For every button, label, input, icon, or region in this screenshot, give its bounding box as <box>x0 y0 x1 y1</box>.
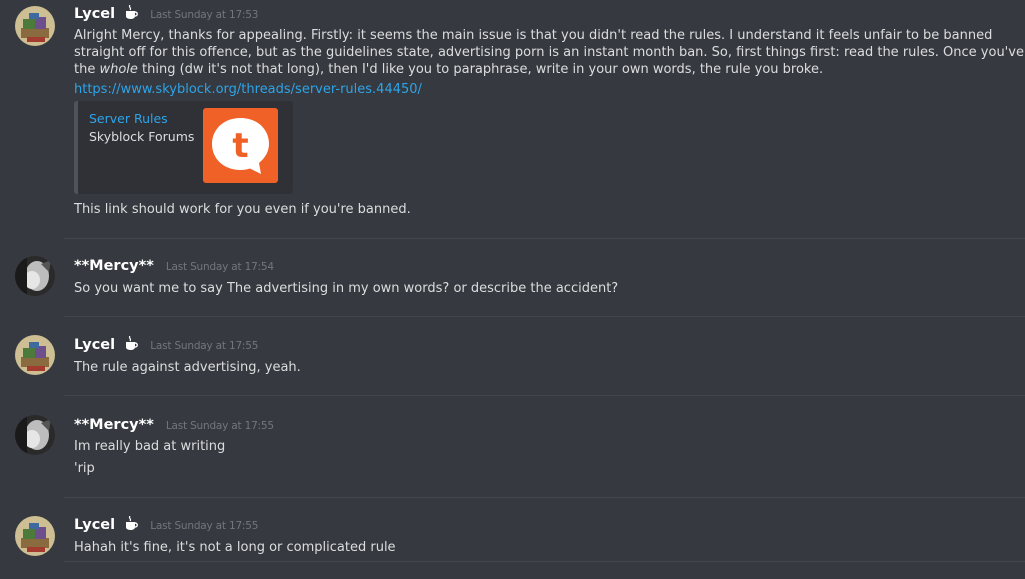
coffee-cup-icon <box>126 5 139 19</box>
text-segment: the <box>74 62 100 77</box>
embed-provider: Skyblock Forums <box>89 129 195 144</box>
message-text: Alright Mercy, thanks for appealing. Fir… <box>74 28 993 43</box>
message-text: Hahah it's fine, it's not a long or comp… <box>74 540 396 555</box>
timestamp: Last Sunday at 17:55 <box>150 340 259 352</box>
avatar[interactable] <box>15 415 55 455</box>
embed-title[interactable]: Server Rules <box>89 111 168 126</box>
username[interactable]: Lycel Last Sunday at 17:53 <box>74 5 258 24</box>
message-text: straight off for this offence, but as th… <box>74 45 1025 60</box>
username-text[interactable]: Lycel <box>74 337 115 353</box>
timestamp: Last Sunday at 17:55 <box>150 520 259 532</box>
message-divider <box>64 395 1025 396</box>
embed-thumbnail[interactable]: t <box>203 108 278 183</box>
message-text: This link should work for you even if yo… <box>74 202 411 217</box>
text-segment: thing (dw it's not that long), then I'd … <box>137 62 824 77</box>
user-avatar-icon <box>15 256 55 296</box>
username[interactable]: Lycel Last Sunday at 17:55 <box>74 336 258 355</box>
username-text[interactable]: **Mercy** <box>74 258 154 274</box>
username[interactable]: **Mercy** Last Sunday at 17:54 <box>74 257 274 276</box>
username-text[interactable]: Lycel <box>74 517 115 533</box>
link-embed[interactable]: Server Rules Skyblock Forums t <box>74 101 293 194</box>
coffee-cup-icon <box>126 336 139 350</box>
message-text: The rule against advertising, yeah. <box>74 360 301 375</box>
message-divider <box>64 316 1025 317</box>
svg-text:t: t <box>232 126 248 166</box>
message-divider <box>64 497 1025 498</box>
user-avatar-icon <box>15 516 55 556</box>
forum-logo-icon: t <box>212 118 269 174</box>
message-text: So you want me to say The advertising in… <box>74 281 619 296</box>
message-link[interactable]: https://www.skyblock.org/threads/server-… <box>74 81 422 98</box>
avatar[interactable] <box>15 256 55 296</box>
username-text[interactable]: **Mercy** <box>74 417 154 433</box>
avatar[interactable] <box>15 6 55 46</box>
message-text: Im really bad at writing <box>74 439 226 454</box>
user-avatar-icon <box>15 415 55 455</box>
message-text: the whole thing (dw it's not that long),… <box>74 61 823 78</box>
italic-text: whole <box>99 62 138 77</box>
user-avatar-icon <box>15 335 55 375</box>
coffee-cup-icon <box>126 516 139 530</box>
message-divider <box>64 238 1025 239</box>
message-text: 'rip <box>74 461 95 476</box>
username-text[interactable]: Lycel <box>74 6 115 22</box>
user-avatar-icon <box>15 6 55 46</box>
avatar[interactable] <box>15 516 55 556</box>
message-divider <box>64 561 1025 562</box>
timestamp: Last Sunday at 17:54 <box>165 261 274 273</box>
username[interactable]: Lycel Last Sunday at 17:55 <box>74 516 258 535</box>
username[interactable]: **Mercy** Last Sunday at 17:55 <box>74 416 274 435</box>
timestamp: Last Sunday at 17:53 <box>150 9 259 21</box>
avatar[interactable] <box>15 335 55 375</box>
timestamp: Last Sunday at 17:55 <box>165 420 274 432</box>
